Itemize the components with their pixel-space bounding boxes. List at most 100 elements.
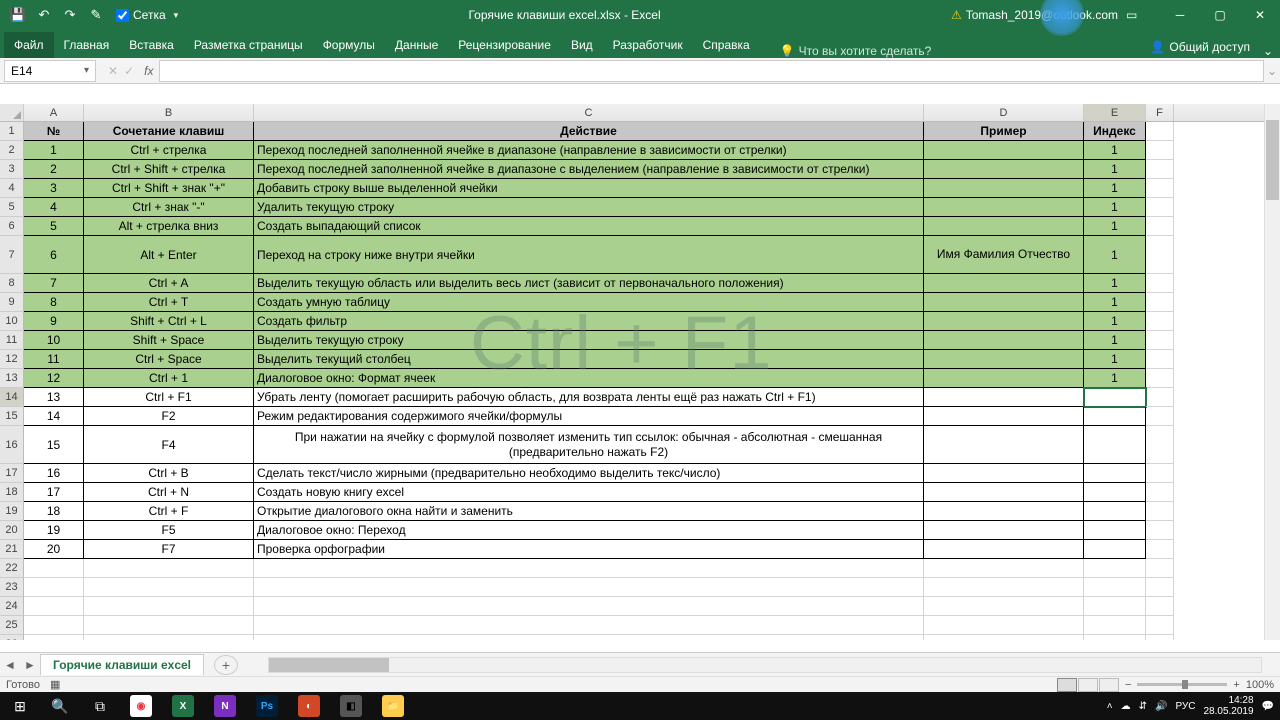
system-tray[interactable]: ˄ ☁ ⇵ 🔊 РУС 14:28 28.05.2019 💬 xyxy=(1107,695,1280,717)
row-header[interactable]: 23 xyxy=(0,578,24,597)
cell[interactable] xyxy=(1146,312,1174,331)
cell[interactable]: 1 xyxy=(1084,141,1146,160)
cell[interactable] xyxy=(254,559,924,578)
cell[interactable]: 1 xyxy=(1084,179,1146,198)
cell[interactable]: 5 xyxy=(24,217,84,236)
cell[interactable] xyxy=(924,540,1084,559)
vertical-scrollbar-thumb[interactable] xyxy=(1266,120,1279,200)
taskbar-app-onenote[interactable]: N xyxy=(205,694,245,718)
cell[interactable] xyxy=(1084,540,1146,559)
cell[interactable] xyxy=(924,331,1084,350)
page-break-view-button[interactable] xyxy=(1099,678,1119,692)
cell[interactable] xyxy=(924,388,1084,407)
row-header[interactable]: 25 xyxy=(0,616,24,635)
row-header[interactable]: 6 xyxy=(0,217,24,236)
cell[interactable] xyxy=(254,616,924,635)
cell[interactable]: Переход на строку ниже внутри ячейки xyxy=(254,236,924,274)
column-header-E[interactable]: E xyxy=(1084,104,1146,121)
cell[interactable] xyxy=(1084,521,1146,540)
cell[interactable] xyxy=(924,597,1084,616)
cell[interactable]: Ctrl + A xyxy=(84,274,254,293)
cell[interactable]: F7 xyxy=(84,540,254,559)
cell[interactable] xyxy=(1146,160,1174,179)
row-header[interactable]: 19 xyxy=(0,502,24,521)
cell[interactable] xyxy=(1084,597,1146,616)
cell[interactable]: 18 xyxy=(24,502,84,521)
cell[interactable]: Alt + стрелка вниз xyxy=(84,217,254,236)
cell[interactable]: Удалить текущую строку xyxy=(254,198,924,217)
cell[interactable]: 1 xyxy=(1084,236,1146,274)
cell[interactable] xyxy=(84,559,254,578)
vertical-scrollbar[interactable] xyxy=(1264,104,1280,640)
cell[interactable]: 1 xyxy=(1084,312,1146,331)
tab-Главная[interactable]: Главная xyxy=(54,32,120,58)
cell[interactable] xyxy=(1146,236,1174,274)
column-header-A[interactable]: A xyxy=(24,104,84,121)
cell[interactable] xyxy=(1146,274,1174,293)
cell[interactable] xyxy=(924,160,1084,179)
taskbar-app-powerpoint[interactable]: ◐ xyxy=(289,694,329,718)
gridlines-toggle[interactable]: Сетка ▾ xyxy=(116,8,178,22)
row-header[interactable]: 5 xyxy=(0,198,24,217)
row-header[interactable]: 10 xyxy=(0,312,24,331)
column-header-B[interactable]: B xyxy=(84,104,254,121)
cell[interactable] xyxy=(924,179,1084,198)
row-header[interactable]: 2 xyxy=(0,141,24,160)
minimize-button[interactable]: ─ xyxy=(1160,0,1200,30)
cell[interactable]: № xyxy=(24,122,84,141)
cell[interactable] xyxy=(924,312,1084,331)
cell[interactable] xyxy=(1084,559,1146,578)
row-header[interactable]: 26 xyxy=(0,635,24,640)
cell[interactable]: Ctrl + Shift + стрелка xyxy=(84,160,254,179)
cell[interactable]: Alt + Enter xyxy=(84,236,254,274)
row-header[interactable]: 20 xyxy=(0,521,24,540)
cell[interactable]: 8 xyxy=(24,293,84,312)
cell[interactable] xyxy=(1084,483,1146,502)
row-header[interactable]: 11 xyxy=(0,331,24,350)
cell[interactable] xyxy=(924,293,1084,312)
notification-icon[interactable]: 💬 xyxy=(1262,701,1274,712)
tell-me-search[interactable]: 💡 Что вы хотите сделать? xyxy=(780,44,932,58)
tab-Данные[interactable]: Данные xyxy=(385,32,448,58)
cell[interactable] xyxy=(924,464,1084,483)
cell[interactable]: 9 xyxy=(24,312,84,331)
cell[interactable]: Shift + Ctrl + L xyxy=(84,312,254,331)
cell[interactable]: Создать фильтр xyxy=(254,312,924,331)
tray-onedrive-icon[interactable]: ☁ xyxy=(1121,701,1131,712)
cell[interactable] xyxy=(1146,464,1174,483)
cell[interactable] xyxy=(24,597,84,616)
tab-Разработчик[interactable]: Разработчик xyxy=(603,32,693,58)
cell[interactable]: Сделать текст/число жирными (предварител… xyxy=(254,464,924,483)
cell[interactable] xyxy=(1146,521,1174,540)
cell[interactable]: 1 xyxy=(1084,217,1146,236)
row-header[interactable]: 8 xyxy=(0,274,24,293)
column-header-C[interactable]: C xyxy=(254,104,924,121)
fx-icon[interactable]: fx xyxy=(144,64,159,78)
cell[interactable] xyxy=(924,578,1084,597)
cell[interactable] xyxy=(24,578,84,597)
cell[interactable]: Ctrl + F xyxy=(84,502,254,521)
row-header[interactable]: 4 xyxy=(0,179,24,198)
zoom-in-button[interactable]: + xyxy=(1233,679,1239,691)
user-account[interactable]: ⚠ Tomash_2019@outlook.com xyxy=(951,8,1118,22)
cell[interactable]: 1 xyxy=(1084,331,1146,350)
cell[interactable]: Переход последней заполненной ячейке в д… xyxy=(254,141,924,160)
cell[interactable]: F2 xyxy=(84,407,254,426)
cell[interactable]: 13 xyxy=(24,388,84,407)
horizontal-scrollbar-thumb[interactable] xyxy=(269,658,389,672)
enter-formula-icon[interactable]: ✓ xyxy=(124,64,134,78)
name-box-dropdown-icon[interactable]: ▾ xyxy=(84,65,89,76)
row-header[interactable]: 24 xyxy=(0,597,24,616)
cell[interactable]: Добавить строку выше выделенной ячейки xyxy=(254,179,924,198)
cell[interactable] xyxy=(924,369,1084,388)
cell[interactable] xyxy=(254,597,924,616)
cell[interactable] xyxy=(1084,578,1146,597)
tab-Справка[interactable]: Справка xyxy=(693,32,760,58)
touch-mode-button[interactable]: ✎ xyxy=(84,3,108,27)
cell[interactable]: Открытие диалогового окна найти и замени… xyxy=(254,502,924,521)
cell[interactable]: Режим редактирования содержимого ячейки/… xyxy=(254,407,924,426)
cell[interactable]: 1 xyxy=(24,141,84,160)
tab-Вставка[interactable]: Вставка xyxy=(119,32,184,58)
taskbar-app-generic[interactable]: ◧ xyxy=(331,694,371,718)
cell[interactable]: Ctrl + 1 xyxy=(84,369,254,388)
